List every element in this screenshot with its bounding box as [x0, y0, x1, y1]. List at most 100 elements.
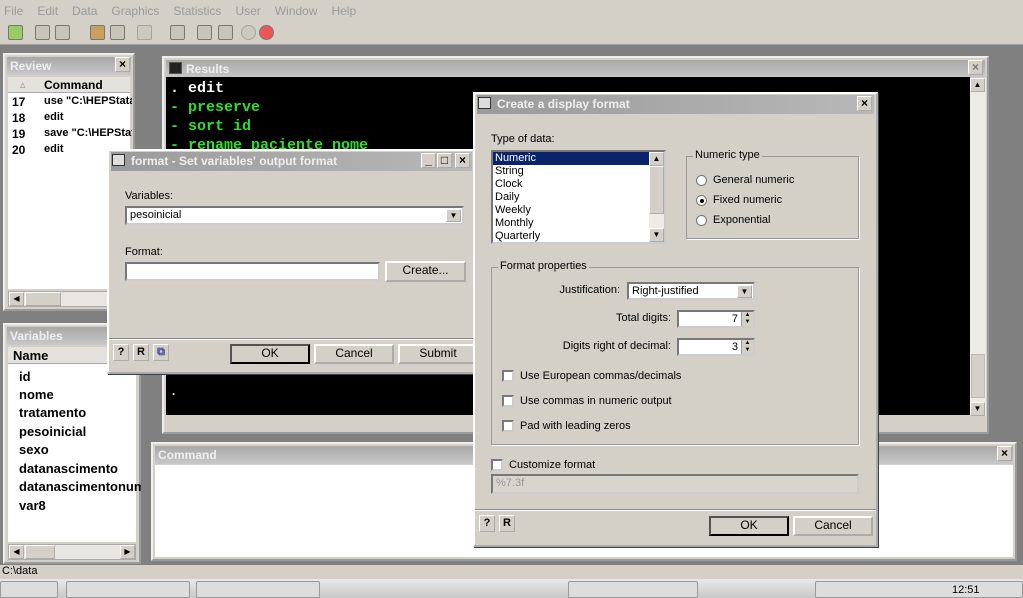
- viewer-icon[interactable]: [110, 25, 125, 40]
- type-option[interactable]: Weekly: [493, 204, 664, 217]
- reset-icon[interactable]: R: [133, 344, 149, 361]
- review-row-command[interactable]: save "C:\HEPStata: [44, 127, 132, 139]
- review-row-command[interactable]: edit: [44, 143, 64, 155]
- variable-item[interactable]: tratamento: [19, 405, 86, 420]
- type-of-data-listbox[interactable]: Numeric String Clock Daily Weekly Monthl…: [491, 150, 666, 244]
- more-icon[interactable]: [241, 25, 256, 40]
- fixed-numeric-label[interactable]: Fixed numeric: [713, 194, 782, 206]
- variables-combobox[interactable]: pesoinicial ▼: [125, 206, 464, 225]
- scroll-thumb[interactable]: [25, 292, 61, 306]
- variable-item[interactable]: datanascimento: [19, 461, 118, 476]
- help-icon[interactable]: ?: [113, 344, 129, 361]
- ok-button[interactable]: OK: [709, 516, 789, 536]
- start-button[interactable]: [0, 581, 58, 598]
- menu-help[interactable]: Help: [331, 4, 356, 18]
- clock[interactable]: 12:51: [952, 584, 980, 596]
- type-option[interactable]: Daily: [493, 191, 664, 204]
- command-close-icon[interactable]: ×: [997, 446, 1012, 461]
- exponential-radio[interactable]: [696, 215, 707, 226]
- help-icon[interactable]: ?: [479, 515, 495, 532]
- scroll-thumb[interactable]: [649, 166, 664, 214]
- column-name[interactable]: Name: [13, 348, 48, 363]
- taskbar-stata[interactable]: [196, 581, 320, 598]
- variable-item[interactable]: sexo: [19, 442, 49, 457]
- review-close-icon[interactable]: ×: [115, 57, 130, 72]
- scroll-right-icon[interactable]: ▶: [120, 545, 135, 559]
- scroll-up-icon[interactable]: ▲: [970, 78, 985, 92]
- close-icon[interactable]: ×: [857, 96, 872, 111]
- do-file-editor-icon[interactable]: [170, 25, 185, 40]
- type-option[interactable]: Quarterly: [493, 230, 664, 243]
- menu-user[interactable]: User: [235, 4, 260, 18]
- customize-format-label[interactable]: Customize format: [509, 459, 595, 471]
- log-icon[interactable]: [90, 25, 105, 40]
- menu-edit[interactable]: Edit: [37, 4, 58, 18]
- copy-icon[interactable]: ⧉: [153, 344, 169, 361]
- commas-numeric-label[interactable]: Use commas in numeric output: [520, 395, 672, 407]
- scroll-left-icon[interactable]: ◀: [9, 292, 24, 306]
- review-row-num[interactable]: 20: [12, 143, 25, 157]
- type-option[interactable]: Clock: [493, 178, 664, 191]
- review-row-command[interactable]: edit: [44, 111, 64, 123]
- minimize-icon[interactable]: _: [421, 153, 436, 168]
- create-button[interactable]: Create...: [385, 261, 466, 282]
- customize-format-checkbox[interactable]: [491, 459, 503, 471]
- cancel-button[interactable]: Cancel: [314, 344, 394, 364]
- break-icon[interactable]: [259, 25, 274, 40]
- review-row-num[interactable]: 18: [12, 111, 25, 125]
- column-command[interactable]: Command: [44, 78, 103, 92]
- european-commas-label[interactable]: Use European commas/decimals: [520, 370, 681, 382]
- data-browser-icon[interactable]: [218, 25, 233, 40]
- leading-zeros-checkbox[interactable]: [502, 420, 514, 432]
- menu-graphics[interactable]: Graphics: [111, 4, 159, 18]
- reset-icon[interactable]: R: [499, 515, 515, 532]
- listbox-scrollbar[interactable]: ▲ ▼: [649, 152, 664, 242]
- menu-window[interactable]: Window: [275, 4, 318, 18]
- scroll-thumb[interactable]: [971, 354, 985, 398]
- review-row-num[interactable]: 19: [12, 127, 25, 141]
- justification-dropdown[interactable]: Right-justified ▼: [627, 282, 755, 300]
- ok-button[interactable]: OK: [230, 344, 310, 364]
- results-vscrollbar[interactable]: ▲ ▼: [970, 78, 986, 416]
- taskbar-explorer[interactable]: [66, 581, 190, 598]
- scroll-thumb[interactable]: [25, 545, 55, 559]
- scroll-down-icon[interactable]: ▼: [649, 228, 664, 242]
- menu-data[interactable]: Data: [72, 4, 97, 18]
- results-close-icon[interactable]: ×: [968, 60, 983, 75]
- variable-item[interactable]: pesoinicial: [19, 424, 86, 439]
- maximize-icon[interactable]: □: [437, 153, 452, 168]
- fixed-numeric-radio[interactable]: [696, 195, 707, 206]
- data-editor-icon[interactable]: [197, 25, 212, 40]
- format-input[interactable]: [125, 262, 380, 281]
- submit-button[interactable]: Submit: [398, 344, 478, 364]
- spinner-arrows-icon[interactable]: ▲ ▼: [741, 312, 753, 326]
- open-icon[interactable]: [8, 25, 23, 40]
- spinner-arrows-icon[interactable]: ▲ ▼: [741, 340, 753, 354]
- chevron-down-icon[interactable]: ▼: [446, 209, 461, 222]
- exponential-label[interactable]: Exponential: [713, 214, 771, 226]
- print-icon[interactable]: [55, 25, 70, 40]
- type-option[interactable]: Monthly: [493, 217, 664, 230]
- scroll-down-icon[interactable]: ▼: [970, 402, 985, 416]
- close-icon[interactable]: ×: [455, 153, 470, 168]
- general-numeric-radio[interactable]: [696, 175, 707, 186]
- general-numeric-label[interactable]: General numeric: [713, 174, 794, 186]
- variable-item[interactable]: id: [19, 369, 31, 384]
- cancel-button[interactable]: Cancel: [793, 516, 873, 536]
- menu-statistics[interactable]: Statistics: [173, 4, 221, 18]
- variables-hscrollbar[interactable]: ◀ ▶: [8, 544, 136, 560]
- type-option[interactable]: Numeric: [493, 152, 650, 165]
- type-option[interactable]: String: [493, 165, 664, 178]
- chevron-down-icon[interactable]: ▼: [737, 285, 752, 298]
- review-row-num[interactable]: 17: [12, 95, 25, 109]
- graph-icon[interactable]: [137, 25, 152, 40]
- variable-item[interactable]: nome: [19, 387, 54, 402]
- menu-file[interactable]: File: [4, 4, 23, 18]
- taskbar-word[interactable]: [568, 581, 698, 598]
- variable-item[interactable]: datanascimentonum: [19, 479, 141, 494]
- decimal-digits-spinner[interactable]: 3 ▲ ▼: [677, 338, 755, 356]
- leading-zeros-label[interactable]: Pad with leading zeros: [520, 420, 631, 432]
- sort-icon[interactable]: ▵: [20, 78, 26, 91]
- scroll-up-icon[interactable]: ▲: [649, 152, 664, 166]
- european-commas-checkbox[interactable]: [502, 370, 514, 382]
